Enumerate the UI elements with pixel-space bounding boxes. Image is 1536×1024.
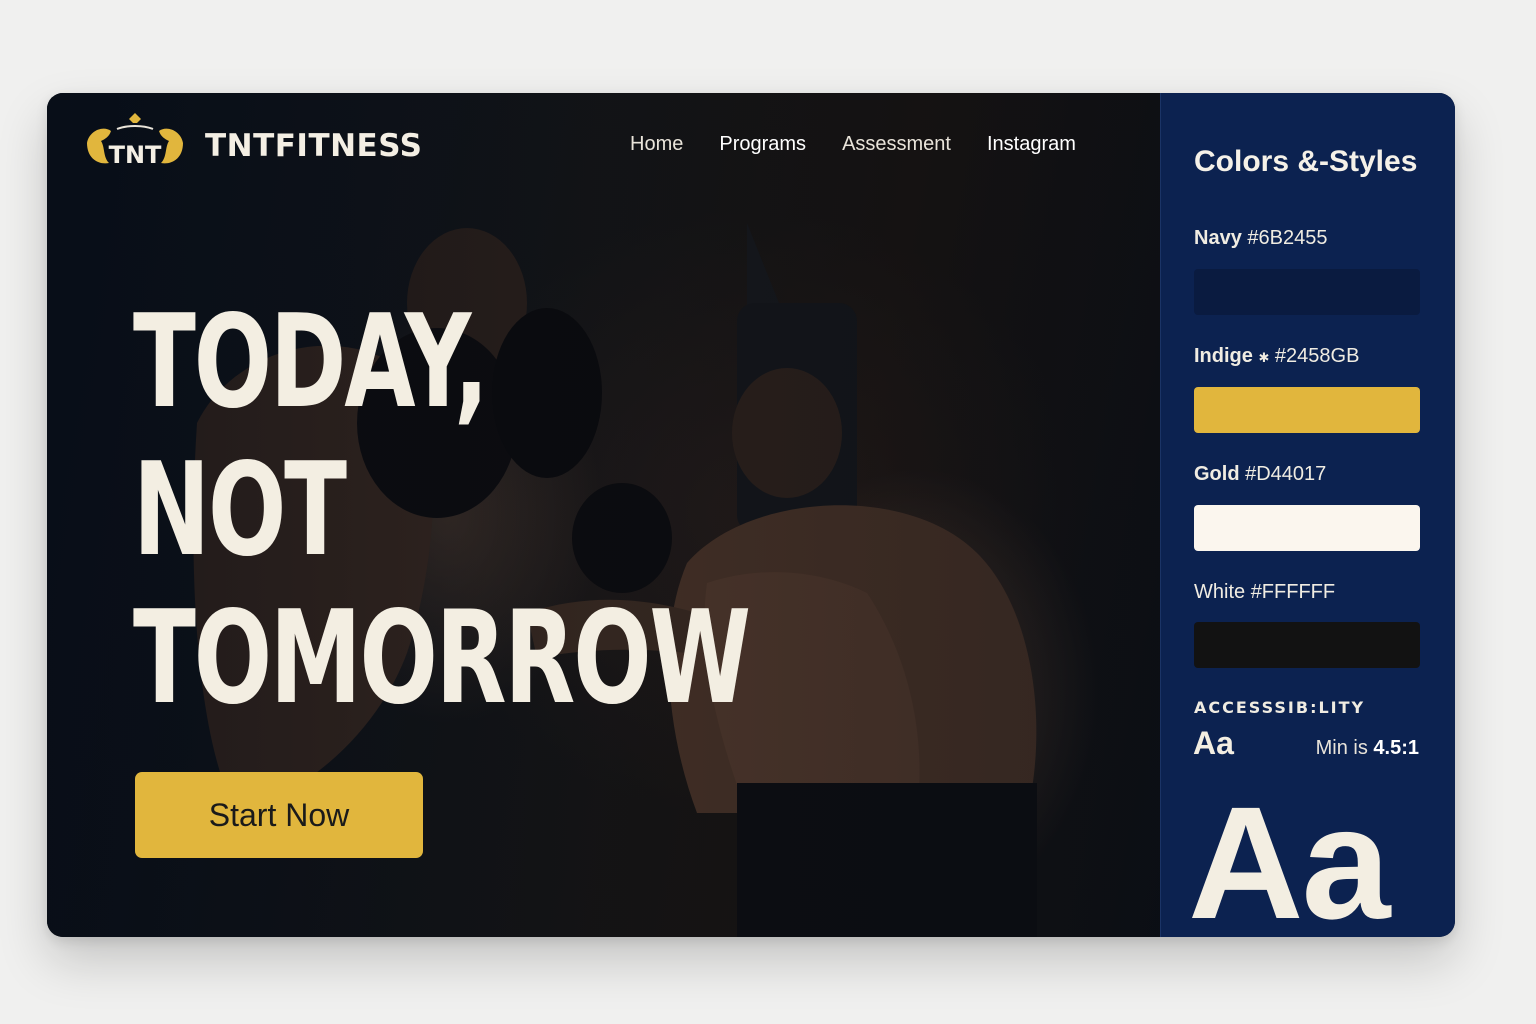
nav-programs[interactable]: Programs [719,133,806,156]
nav-instagram[interactable]: Instagram [987,133,1076,156]
swatch-white[interactable] [1194,622,1420,668]
ratio-value: 4.5:1 [1373,737,1419,759]
app-card: TNT TNTFITNESS Home Programs Assessment … [47,93,1455,937]
tnt-emblem-icon: TNT [87,113,183,169]
swatch-code: #D44017 [1245,463,1327,485]
swatch-label-indigo: Indige ✱ #2458GB [1194,345,1359,368]
hero-section: TNT TNTFITNESS Home Programs Assessment … [47,93,1160,937]
sparkle-icon: ✱ [1258,350,1270,365]
hero-headline: TODAY, NOT TOMORROW [133,288,751,733]
swatch-indigo[interactable] [1194,387,1420,433]
swatch-code: #6B2455 [1247,227,1328,249]
swatch-code: #2458GB [1274,345,1360,367]
swatch-code: #FFFFFF [1250,581,1336,603]
headline-line-3: TOMORROW [133,584,751,733]
brand-name: TNTFITNESS [205,128,423,164]
headline-line-2: NOT [133,436,347,585]
swatch-name: Navy [1194,227,1242,249]
brand-logo[interactable]: TNT TNTFITNESS [79,113,422,179]
swatch-label-white: White #FFFFFF [1194,581,1335,604]
swatch-name: White [1194,581,1246,603]
swatch-navy[interactable] [1194,269,1420,315]
nav-assessment[interactable]: Assessment [842,133,951,156]
nav-home[interactable]: Home [630,133,683,156]
ratio-prefix: Min is [1315,737,1368,759]
style-guide-panel: Colors &-Styles Navy #6B2455 Indige ✱ #2… [1160,93,1455,937]
panel-title: Colors &-Styles [1194,145,1418,178]
headline-line-1: TODAY, [133,288,489,437]
swatch-label-gold: Gold #D44017 [1194,463,1326,486]
svg-text:TNT: TNT [109,141,162,169]
contrast-ratio: Min is 4.5:1 [1306,737,1419,760]
type-sample-small: Aa [1193,725,1234,761]
start-now-button[interactable]: Start Now [135,772,423,858]
main-nav: Home Programs Assessment Instagram [630,133,1112,156]
accessibility-title: ACCESSSIB:LITY [1194,698,1366,717]
type-sample-large: Aa [1188,773,1391,938]
swatch-gold[interactable] [1194,505,1420,551]
swatch-name: Indige [1194,345,1253,367]
swatch-label-navy: Navy #6B2455 [1194,227,1327,250]
swatch-name: Gold [1194,463,1240,485]
